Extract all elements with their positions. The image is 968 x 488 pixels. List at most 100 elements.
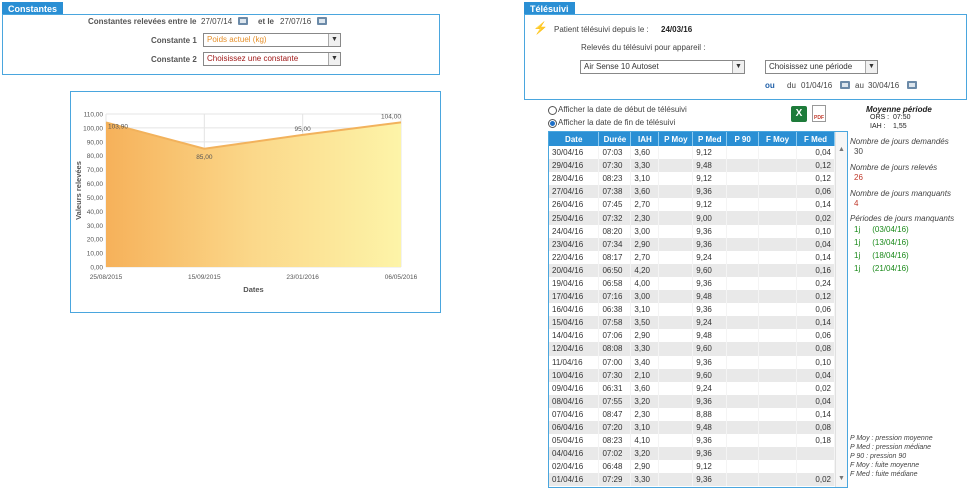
table-row[interactable]: 08/04/16 07:55 3,20 9,36 0,04 bbox=[549, 394, 835, 408]
table-cell: 08:17 bbox=[598, 250, 632, 264]
table-row[interactable]: 17/04/16 07:16 3,00 9,48 0,12 bbox=[549, 290, 835, 304]
y-tick-label: 30,00 bbox=[87, 223, 104, 230]
table-cell bbox=[758, 394, 798, 408]
table-cell bbox=[658, 172, 694, 186]
table-row[interactable]: 09/04/16 06:31 3,60 9,24 0,02 bbox=[549, 381, 835, 395]
table-row[interactable]: 12/04/16 08:08 3,30 9,60 0,08 bbox=[549, 342, 835, 356]
table-cell: 8,88 bbox=[692, 407, 728, 421]
pdf-icon[interactable]: PDF bbox=[812, 105, 826, 122]
table-cell: 07:03 bbox=[598, 146, 632, 160]
radio-date-fin-label: Afficher la date de fin de télésuivi bbox=[558, 118, 676, 127]
table-cell bbox=[658, 420, 694, 435]
table-row[interactable]: 15/04/16 07:58 3,50 9,24 0,14 bbox=[549, 316, 835, 330]
calendar-to-icon[interactable] bbox=[907, 81, 917, 89]
constante1-label: Constante 1 bbox=[151, 36, 197, 45]
table-row[interactable]: 28/04/16 08:23 3,10 9,12 0,12 bbox=[549, 172, 835, 186]
table-cell: 3,40 bbox=[630, 355, 660, 369]
table-row[interactable]: 26/04/16 07:45 2,70 9,12 0,14 bbox=[549, 198, 835, 212]
table-row[interactable]: 16/04/16 06:38 3,10 9,36 0,06 bbox=[549, 303, 835, 317]
y-tick-label: 20,00 bbox=[87, 237, 104, 244]
column-header[interactable]: P Med bbox=[692, 132, 728, 146]
table-row[interactable]: 22/04/16 08:17 2,70 9,24 0,14 bbox=[549, 250, 835, 264]
table-cell bbox=[758, 473, 798, 487]
table-row[interactable]: 05/04/16 08:23 4,10 9,36 0,18 bbox=[549, 434, 835, 448]
table-cell: 0,08 bbox=[796, 342, 835, 356]
iah-value: 1,55 bbox=[893, 123, 907, 130]
table-row[interactable]: 14/04/16 07:06 2,90 9,48 0,06 bbox=[549, 329, 835, 343]
table-cell bbox=[726, 407, 760, 421]
table-row[interactable]: 19/04/16 06:58 4,00 9,36 0,24 bbox=[549, 276, 835, 291]
column-header[interactable]: P 90 bbox=[726, 132, 760, 146]
table-cell bbox=[758, 316, 798, 330]
table-cell bbox=[758, 185, 798, 199]
table-cell: 3,30 bbox=[630, 159, 660, 173]
table-row[interactable]: 24/04/16 08:20 3,00 9,36 0,10 bbox=[549, 224, 835, 238]
y-axis-label: Valeurs relevées bbox=[74, 161, 83, 220]
table-row[interactable]: 29/04/16 07:30 3,30 9,48 0,12 bbox=[549, 159, 835, 173]
device-select[interactable]: Air Sense 10 Autoset ▼ bbox=[580, 60, 745, 74]
table-cell: 24/04/16 bbox=[549, 224, 600, 238]
table-cell bbox=[658, 146, 694, 160]
excel-icon[interactable]: X bbox=[791, 106, 807, 122]
calendar-to-icon[interactable] bbox=[317, 17, 327, 25]
lightning-icon: ⚡ bbox=[533, 21, 548, 35]
table-row[interactable]: 01/04/16 07:29 3,30 9,36 0,02 bbox=[549, 473, 835, 487]
table-scrollbar[interactable]: ▲ ▼ bbox=[835, 132, 847, 487]
constante2-select[interactable]: Choisissez une constante ▼ bbox=[203, 52, 341, 66]
table-row[interactable]: 02/04/16 06:48 2,90 9,12 bbox=[549, 460, 835, 474]
column-header[interactable]: F Moy bbox=[758, 132, 798, 146]
table-cell bbox=[658, 381, 694, 395]
ors-label: ORS : bbox=[870, 114, 890, 121]
table-row[interactable]: 04/04/16 07:02 3,20 9,36 bbox=[549, 447, 835, 461]
ou-label: ou bbox=[765, 81, 775, 90]
releve-label: Constantes relevées entre le bbox=[88, 17, 197, 26]
table-cell: 0,18 bbox=[796, 434, 835, 448]
table-cell: 3,10 bbox=[630, 303, 660, 317]
table-cell bbox=[758, 342, 798, 356]
table-cell bbox=[658, 473, 694, 487]
table-cell: 07:16 bbox=[598, 290, 632, 304]
table-cell: 9,36 bbox=[692, 355, 728, 369]
calendar-from-icon[interactable] bbox=[238, 17, 248, 25]
table-row[interactable]: 30/04/16 07:03 3,60 9,12 0,04 bbox=[549, 146, 835, 160]
radio-date-fin[interactable] bbox=[548, 119, 557, 128]
table-row[interactable]: 11/04/16 07:00 3,40 9,36 0,10 bbox=[549, 355, 835, 369]
table-row[interactable]: 20/04/16 06:50 4,20 9,60 0,16 bbox=[549, 263, 835, 277]
table-cell: 17/04/16 bbox=[549, 290, 600, 304]
column-header[interactable]: P Moy bbox=[658, 132, 694, 146]
column-header[interactable]: IAH bbox=[630, 132, 660, 146]
table-cell bbox=[658, 211, 694, 225]
table-cell: 27/04/16 bbox=[549, 185, 600, 199]
column-header[interactable]: Durée bbox=[598, 132, 632, 146]
periode-item: 1j (18/04/16) bbox=[854, 251, 909, 260]
table-cell bbox=[726, 460, 760, 474]
table-row[interactable]: 07/04/16 08:47 2,30 8,88 0,14 bbox=[549, 407, 835, 421]
table-row[interactable]: 23/04/16 07:34 2,90 9,36 0,04 bbox=[549, 237, 835, 251]
chevron-down-icon: ▼ bbox=[328, 34, 340, 46]
table-row[interactable]: 06/04/16 07:20 3,10 9,48 0,08 bbox=[549, 420, 835, 435]
table-cell bbox=[658, 316, 694, 330]
scroll-up-icon[interactable]: ▲ bbox=[838, 146, 845, 153]
table-cell bbox=[658, 159, 694, 173]
table-row[interactable]: 27/04/16 07:38 3,60 9,36 0,06 bbox=[549, 185, 835, 199]
jours-manquants-label: Nombre de jours manquants bbox=[850, 189, 951, 198]
y-tick-label: 90,00 bbox=[87, 139, 104, 146]
y-tick-label: 0,00 bbox=[90, 265, 103, 272]
data-label: 85,00 bbox=[196, 154, 213, 161]
table-cell bbox=[658, 250, 694, 264]
constante2-label: Constante 2 bbox=[151, 55, 197, 64]
calendar-from-icon[interactable] bbox=[840, 81, 850, 89]
column-header[interactable]: F Med bbox=[796, 132, 835, 146]
scroll-down-icon[interactable]: ▼ bbox=[838, 475, 845, 482]
table-cell bbox=[658, 434, 694, 448]
periode-select[interactable]: Choisissez une période ▼ bbox=[765, 60, 878, 74]
radio-date-debut[interactable] bbox=[548, 106, 557, 115]
table-row[interactable]: 10/04/16 07:30 2,10 9,60 0,04 bbox=[549, 368, 835, 382]
table-cell: 28/04/16 bbox=[549, 172, 600, 186]
constante1-select[interactable]: Poids actuel (kg) ▼ bbox=[203, 33, 341, 47]
table-cell: 9,36 bbox=[692, 185, 728, 199]
table-cell: 2,30 bbox=[630, 407, 660, 421]
column-header[interactable]: Date bbox=[549, 132, 600, 146]
table-cell: 4,10 bbox=[630, 434, 660, 448]
table-row[interactable]: 25/04/16 07:32 2,30 9,00 0,02 bbox=[549, 211, 835, 225]
